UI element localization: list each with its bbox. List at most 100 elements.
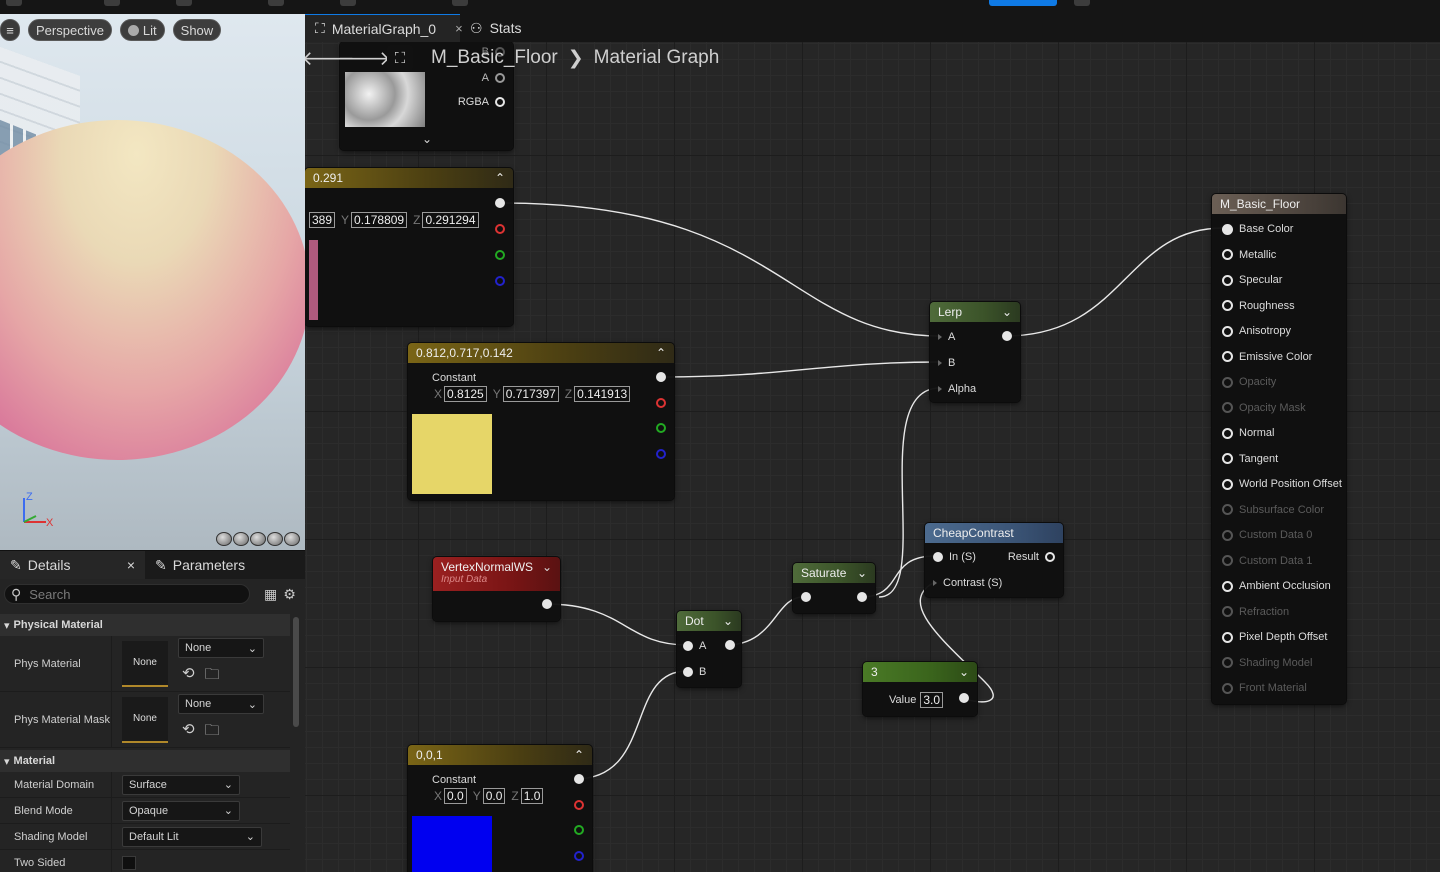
folder-search-icon[interactable]: 🗀 (205, 664, 220, 689)
two-sided-checkbox[interactable] (122, 855, 136, 870)
output-pin[interactable]: Pixel Depth Offset (1222, 631, 1327, 643)
field-z[interactable]: 1.0 (520, 788, 544, 804)
pin-r[interactable] (574, 800, 584, 810)
collapse-icon[interactable]: ⌃ (656, 346, 666, 360)
field-z[interactable]: 0.141913 (574, 386, 631, 402)
toolbar-primary-button[interactable] (989, 0, 1057, 6)
toolbar-button[interactable] (268, 0, 284, 6)
pin-r[interactable] (656, 398, 666, 408)
chevron-down-icon[interactable]: ⌄ (1002, 305, 1012, 319)
pin-rgb[interactable] (495, 198, 505, 208)
pin-in[interactable]: In (S) (933, 551, 976, 563)
pin-alpha[interactable]: Alpha (938, 383, 976, 395)
toolbar-button[interactable] (1074, 0, 1090, 6)
output-pin[interactable]: Opacity (1222, 376, 1276, 388)
blend-mode-combo[interactable]: Opaque ⌄ (122, 800, 240, 821)
node-dot[interactable]: Dot ⌄ A B (677, 611, 741, 687)
output-pin[interactable]: Specular (1222, 274, 1282, 286)
toolbar-button[interactable] (340, 0, 356, 6)
shape-cylinder-icon[interactable] (216, 532, 232, 546)
breadcrumb-asset[interactable]: M_Basic_Floor (431, 47, 558, 69)
preview-viewport[interactable]: ≡ Perspective Lit Show Z X (0, 14, 305, 550)
pin-g[interactable] (574, 825, 584, 835)
pin-rgb[interactable] (656, 372, 666, 382)
material-graph-canvas[interactable]: 🡐 🡒 ⛶ M_Basic_Floor ❯ Material Graph B A… (305, 42, 1440, 872)
tab-parameters[interactable]: ✎ Parameters (145, 551, 255, 579)
graph-overview-icon[interactable]: ⛶ (387, 45, 413, 71)
output-pin[interactable]: Tangent (1222, 453, 1278, 465)
field-x[interactable]: 0.0 (444, 788, 467, 804)
lit-button[interactable]: Lit (119, 19, 165, 41)
pin-b[interactable]: B (938, 357, 955, 369)
output-pin[interactable]: Subsurface Color (1222, 504, 1324, 516)
forward-arrow-icon[interactable]: 🡒 (337, 45, 391, 71)
folder-search-icon[interactable]: 🗀 (205, 720, 220, 745)
pin-output[interactable] (725, 640, 735, 650)
node-lerp[interactable]: Lerp ⌄ A B Alpha (930, 302, 1020, 402)
show-button[interactable]: Show (172, 19, 222, 41)
pin-g[interactable] (656, 423, 666, 433)
pin-b[interactable] (656, 449, 666, 459)
section-physical-material[interactable]: ▾ Physical Material (0, 614, 290, 636)
pin-input[interactable] (801, 592, 811, 602)
node-vertex-normal-ws[interactable]: VertexNormalWS Input Data ⌄ (433, 557, 560, 621)
pin-output[interactable] (959, 693, 969, 703)
value-field[interactable]: 3.0 (920, 692, 944, 708)
toolbar-button[interactable] (104, 0, 120, 6)
chevron-down-icon[interactable]: ⌄ (857, 566, 867, 580)
shape-plane-icon[interactable] (250, 532, 266, 546)
output-pin[interactable]: Opacity Mask (1222, 402, 1306, 414)
tab-material-graph[interactable]: ⛶ MaterialGraph_0 × (305, 14, 463, 42)
field-y[interactable]: 0.717397 (502, 386, 559, 402)
pin-a[interactable]: A (938, 331, 955, 343)
output-pin[interactable]: Emissive Color (1222, 351, 1312, 363)
pin-a[interactable]: A (683, 640, 706, 652)
shape-cube-icon[interactable] (267, 532, 283, 546)
toolbar-button[interactable] (452, 0, 468, 6)
output-pin[interactable]: Normal (1222, 427, 1274, 439)
chevron-down-icon[interactable]: ⌄ (723, 614, 733, 628)
phys-material-combo[interactable]: None ⌄ (178, 638, 264, 658)
toolbar-button[interactable] (176, 0, 192, 6)
table-view-icon[interactable]: ▦ (264, 586, 277, 603)
field-y[interactable]: 0.178809 (351, 212, 408, 228)
browse-back-icon[interactable]: ⟲ (182, 664, 195, 689)
output-pin[interactable]: Ambient Occlusion (1222, 580, 1331, 592)
asset-thumbnail[interactable]: None (122, 696, 168, 743)
pin-result[interactable]: Result (1008, 551, 1055, 563)
output-pin[interactable]: Metallic (1222, 249, 1276, 261)
details-scrollbar[interactable] (293, 617, 299, 727)
output-pin[interactable]: Front Material (1222, 682, 1307, 694)
browse-back-icon[interactable]: ⟲ (182, 720, 195, 745)
node-material-output[interactable]: M_Basic_Floor Base Color Metallic Specular… (1212, 194, 1346, 704)
pin-output[interactable] (542, 599, 552, 609)
output-pin[interactable]: Anisotropy (1222, 325, 1291, 337)
search-input[interactable]: ⚲ Search (4, 584, 250, 604)
tab-details[interactable]: ✎ Details × (0, 551, 145, 579)
pin-b[interactable]: B (683, 666, 706, 678)
shape-sphere-icon[interactable] (233, 532, 249, 546)
pin-rgb[interactable] (574, 774, 584, 784)
phys-material-mask-combo[interactable]: None ⌄ (178, 694, 264, 714)
material-domain-combo[interactable]: Surface ⌄ (122, 774, 240, 795)
pin-g[interactable] (495, 250, 505, 260)
field-x[interactable]: 0.8125 (444, 386, 487, 402)
breadcrumb-page[interactable]: Material Graph (594, 47, 720, 69)
node-constant3vector-3[interactable]: 0,0,1 ⌃ Constant X 0.0 Y 0.0 Z 1.0 (408, 745, 592, 872)
chevron-down-icon[interactable]: ⌄ (542, 560, 552, 588)
pin-a[interactable]: A (482, 72, 505, 84)
hamburger-icon[interactable]: ≡ (0, 19, 20, 41)
section-material[interactable]: ▾ Material (0, 750, 290, 772)
tab-details-close-icon[interactable]: × (127, 557, 135, 573)
output-pin[interactable]: Custom Data 1 (1222, 555, 1312, 567)
perspective-button[interactable]: Perspective (28, 19, 112, 41)
field-y[interactable]: 0.0 (482, 788, 506, 804)
gear-icon[interactable]: ⚙ (283, 586, 296, 603)
node-saturate[interactable]: Saturate ⌄ (793, 563, 875, 613)
toolbar-button[interactable] (6, 0, 22, 6)
pin-b[interactable] (495, 276, 505, 286)
pin-output[interactable] (1002, 331, 1012, 341)
field-x[interactable]: 389 (309, 212, 336, 228)
node-scalar-constant[interactable]: 3 ⌄ Value 3.0 (863, 662, 977, 716)
pin-contrast[interactable]: Contrast (S) (933, 577, 1002, 589)
